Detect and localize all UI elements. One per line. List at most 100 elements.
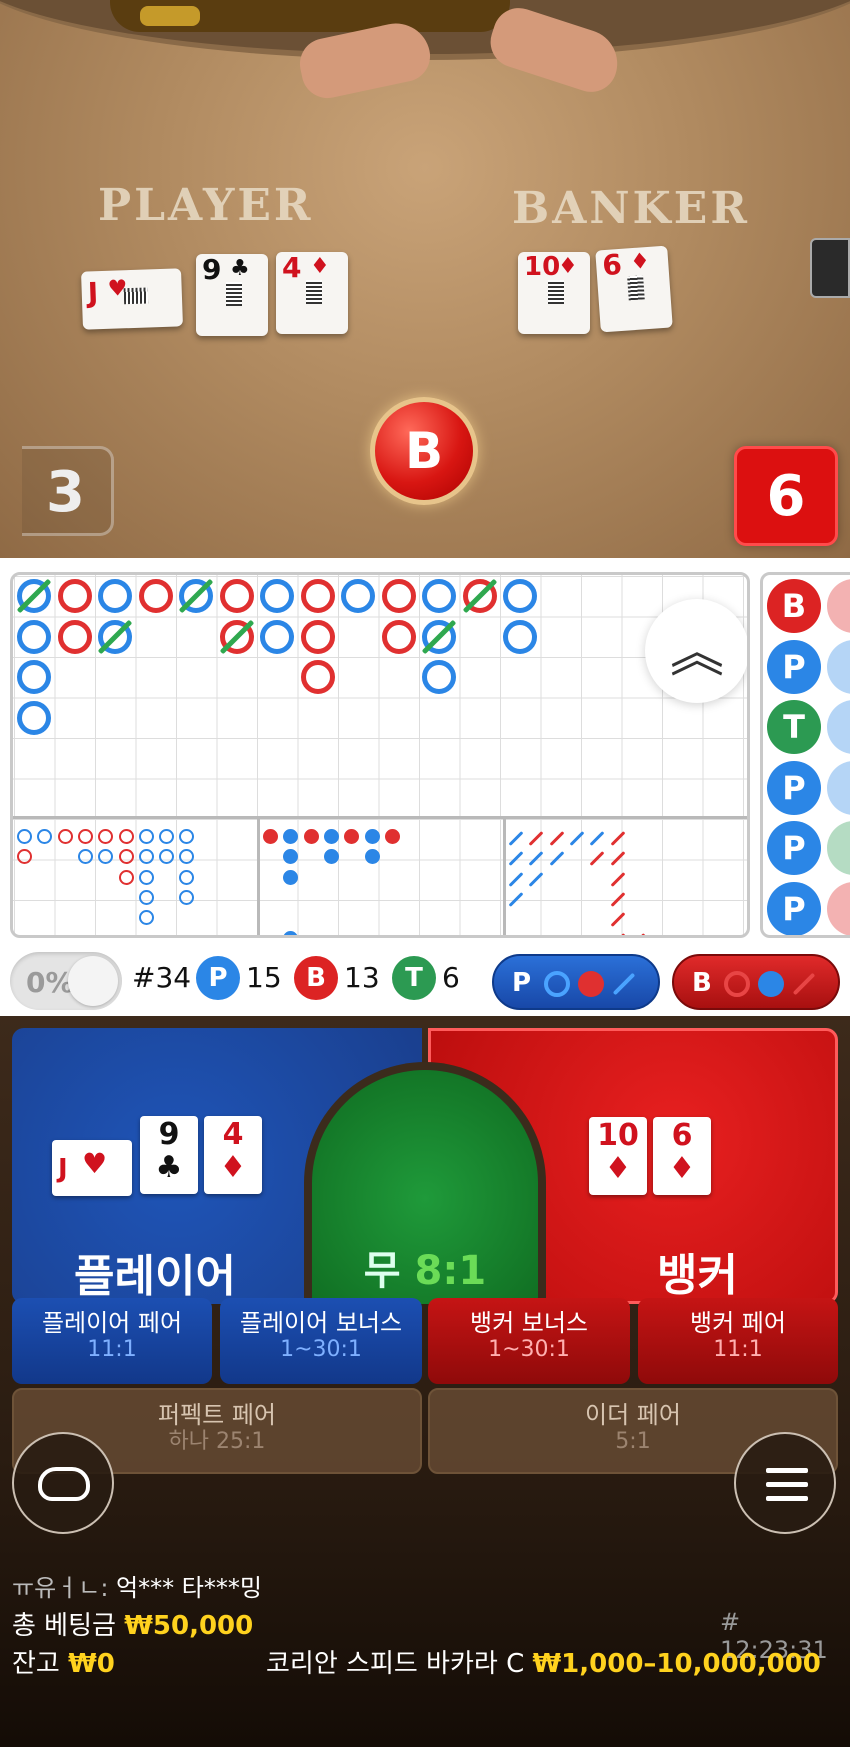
card-rank: J (58, 1154, 68, 1184)
collapse-roadmap-button[interactable]: ︽ (645, 599, 747, 703)
table-name: 코리안 스피드 바카라 C (266, 1649, 525, 1679)
banker-bet-label: 뱅커 (657, 1250, 738, 1301)
bead-plate-mark: T (767, 700, 821, 754)
player-pair-bet[interactable]: 플레이어 페어 11:1 (12, 1298, 212, 1384)
side-bet-title: 플레이어 페어 (41, 1309, 183, 1337)
bet-limits: ₩1,000–10,000,000 (532, 1649, 821, 1679)
side-bet-odds: 1~30:1 (280, 1337, 362, 1362)
big-eye-mark (179, 889, 195, 905)
roadmap-panel: ︽ BPTPPP (0, 558, 850, 944)
card-barcode (548, 280, 564, 304)
table-icon (38, 1467, 90, 1501)
road-divider (503, 816, 506, 935)
big-road-mark (503, 619, 537, 654)
tie-slash (219, 619, 254, 654)
banker-pair-bet[interactable]: 뱅커 페어 11:1 (638, 1298, 838, 1384)
players-line: ㅠ유ㅓㄴ: 억*** 타***밍 (12, 1568, 262, 1603)
big-road-mark (503, 579, 537, 613)
big-eye-mark (98, 849, 114, 865)
big-eye-mark (159, 849, 175, 865)
card-barcode (123, 287, 149, 305)
banker-table-label: BANKER (512, 183, 750, 234)
balance-line: 잔고 ₩0 (12, 1643, 115, 1680)
big-road-mark (422, 660, 456, 694)
big-eye-mark (17, 849, 32, 865)
cockroach-mark (589, 831, 605, 846)
cockroach-mark (610, 891, 625, 907)
small-road-mark (364, 829, 380, 844)
big-eye-mark (57, 829, 73, 844)
card-suit: ♣ (155, 1150, 183, 1185)
card-rank: 6 (601, 247, 623, 283)
cockroach-mark (549, 851, 565, 867)
total-bet-line: 총 베팅금 ₩50,000 (12, 1605, 253, 1642)
bet-banker-card-1: 10 ♦ (589, 1117, 647, 1195)
cockroach-mark (610, 871, 625, 887)
side-bet-title: 플레이어 보너스 (239, 1309, 403, 1337)
table-info-line: 코리안 스피드 바카라 C ₩1,000–10,000,000 (266, 1643, 821, 1680)
card-barcode (306, 280, 322, 304)
menu-button[interactable] (734, 1432, 836, 1534)
big-road-mark (341, 579, 375, 613)
lobby-button[interactable] (12, 1432, 114, 1534)
bead-plate-mark (827, 821, 850, 875)
big-eye-mark (98, 829, 114, 844)
small-road-indicator (578, 971, 604, 997)
cockroach-mark (630, 932, 646, 935)
side-bet-odds: 11:1 (713, 1337, 763, 1362)
big-eye-mark (77, 829, 93, 844)
small-road-mark (283, 829, 299, 844)
squeeze-toggle[interactable]: 0% (10, 952, 122, 1010)
cockroach-mark (528, 851, 544, 867)
tie-slash (421, 619, 457, 654)
tie-slash (178, 578, 214, 614)
big-eye-mark (179, 829, 195, 844)
side-bet-title: 뱅커 페어 (690, 1309, 786, 1337)
player-card-2: 9 ♣ (196, 254, 268, 336)
side-bet-odds: 1~30:1 (488, 1337, 570, 1362)
big-road-mark (57, 579, 92, 613)
cockroach-mark (508, 871, 524, 887)
player-bonus-bet[interactable]: 플레이어 보너스 1~30:1 (220, 1298, 422, 1384)
big-eye-mark (159, 829, 175, 844)
small-road-mark (283, 869, 299, 885)
bead-plate-mark (827, 639, 850, 694)
cockroach-mark (528, 871, 544, 887)
tie-bet-spot[interactable]: 무 8:1 (304, 1062, 546, 1304)
cockroach-mark (610, 912, 625, 928)
player-bet-label: 플레이어 (74, 1251, 236, 1302)
player-ask-label: P (512, 968, 532, 998)
big-road-mark (219, 619, 254, 654)
bead-plate-mark: P (767, 639, 821, 694)
card-rank: 6 (671, 1118, 693, 1153)
tie-slash (16, 578, 52, 614)
cockroach-mark (610, 831, 625, 846)
bead-plate[interactable]: BPTPPP (760, 572, 850, 938)
big-road-mark (57, 619, 92, 654)
small-road-mark (263, 829, 278, 844)
player-ask-button[interactable]: P (492, 954, 660, 1010)
road-divider (257, 816, 260, 935)
big-road-mark (178, 578, 214, 614)
big-road-mark (17, 700, 51, 735)
menu-icon (766, 1482, 808, 1487)
card-suit: ♦ (310, 254, 330, 279)
big-road[interactable]: ︽ (10, 572, 750, 938)
player-count-badge: P (196, 956, 240, 1000)
banker-ask-button[interactable]: B (672, 954, 840, 1010)
banker-count-badge: B (294, 956, 338, 1000)
small-road-mark (364, 849, 380, 865)
big-road-mark (138, 579, 173, 613)
bet-player-card-3: 4 ♦ (204, 1116, 262, 1194)
tie-bet-label: 무 8:1 (312, 1238, 538, 1296)
card-suit: ♦ (219, 1150, 247, 1185)
bet-banker-card-2: 6 ♦ (653, 1117, 711, 1195)
cockroach-mark (528, 831, 544, 846)
card-rank: J (87, 276, 99, 310)
big-road-mark (17, 660, 51, 694)
big-road-mark (300, 579, 335, 613)
card-barcode (226, 282, 242, 306)
player-card-3: 4 ♦ (276, 252, 348, 334)
big-road-mark (462, 578, 497, 614)
banker-bonus-bet[interactable]: 뱅커 보너스 1~30:1 (428, 1298, 630, 1384)
